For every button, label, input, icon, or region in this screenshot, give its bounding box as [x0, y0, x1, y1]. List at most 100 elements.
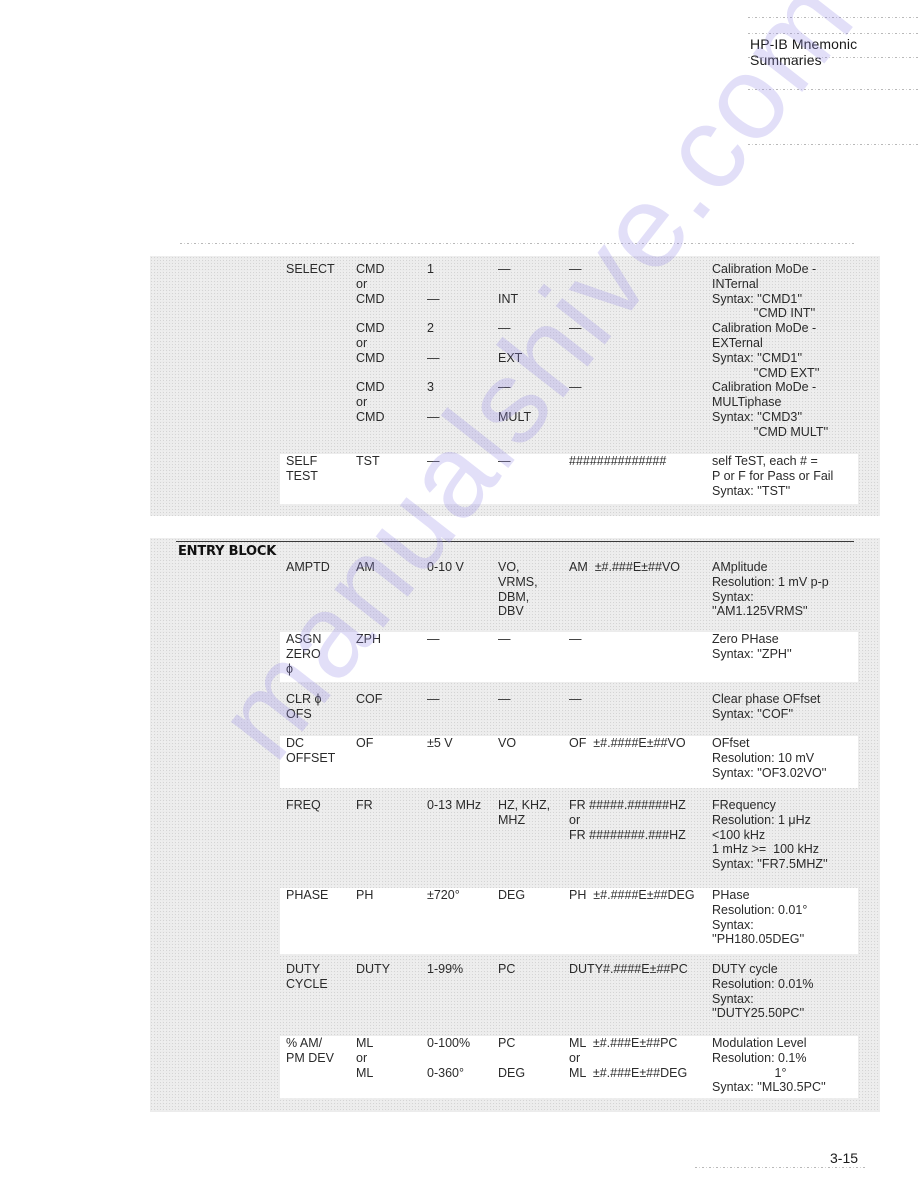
units-cell-line: VO [498, 736, 517, 750]
function-cell: PHASE [286, 888, 328, 903]
units-cell-line: — [498, 321, 511, 336]
units-cell: —​INT​—​EXT​—​MULT [498, 262, 531, 425]
function-cell-line: OFFSET [286, 750, 336, 765]
range-cell-line: 1-99% [427, 962, 464, 976]
description-cell-line: Syntax: ''ZPH'' [712, 646, 792, 661]
header-rule [748, 144, 918, 145]
mnemonic-cell: ML or ML [356, 1036, 373, 1080]
units-cell: PC​DEG [498, 1036, 525, 1080]
units-cell-line: HZ, KHZ, [498, 798, 551, 812]
units-cell-line: ​ [498, 1051, 525, 1066]
range-cell: — [427, 692, 440, 707]
units-cell-line: ​ [498, 277, 531, 292]
format-cell: — [569, 692, 582, 707]
mnemonic-cell-line: or [356, 395, 368, 410]
description-cell-line: ''CMD INT'' [712, 306, 816, 321]
function-cell: FREQ [286, 798, 321, 813]
description-cell-line: <100 kHz [712, 827, 766, 842]
range-cell: 1-99% [427, 962, 463, 977]
mnemonic-cell-line: CMD [356, 380, 385, 395]
mnemonic-cell-line: CMD [356, 350, 385, 365]
function-cell: DUTY CYCLE [286, 962, 328, 992]
mnemonic-cell-line: CMD [356, 291, 385, 306]
mnemonic-cell-line: FR [356, 798, 373, 812]
description-cell-line: Syntax: ''OF3.02VO'' [712, 765, 827, 780]
units-cell-line: PC [498, 962, 516, 976]
description-cell-line: Resolution: 0.1% [712, 1050, 807, 1065]
range-cell-line: 2 [427, 321, 434, 336]
description-cell-line: ''CMD MULT'' [712, 424, 829, 439]
mnemonic-cell: ZPH [356, 632, 381, 647]
format-cell-line: DUTY#.####E±##PC [569, 962, 688, 976]
description-cell-line: OFfset [712, 736, 750, 750]
units-cell: — [498, 454, 511, 469]
description-cell-line: INTernal [712, 276, 759, 291]
mnemonic-cell: FR [356, 798, 373, 813]
description-cell: DUTY cycle Resolution: 0.01% Syntax: ''DUTY… [712, 962, 813, 1021]
mnemonic-cell-line: CMD [356, 409, 385, 424]
mnemonic-cell-line: ML [356, 1065, 374, 1080]
mnemonic-cell: TST [356, 454, 380, 469]
format-cell-line: ​ [569, 277, 582, 292]
units-cell-line: MULT [498, 409, 532, 424]
format-cell-line: — [569, 321, 582, 336]
range-cell-line: — [427, 454, 440, 468]
range-cell-line: ​ [427, 366, 440, 381]
function-cell-line: ϕ [286, 661, 294, 676]
range-cell: 0-10 V [427, 560, 464, 575]
range-cell-line: ​ [427, 336, 440, 351]
description-cell-line: Calibration MoDe - [712, 321, 817, 336]
description-cell-line: Syntax: [712, 991, 754, 1006]
description-cell-line: Clear phase OFfset [712, 692, 821, 706]
mnemonic-cell: CMDorCMD​CMDorCMD​CMDorCMD [356, 262, 384, 425]
table-row-self-test: SELF TEST TST — — ############## self TeST, ea… [280, 454, 858, 504]
mnemonic-cell-line: ​ [356, 306, 384, 321]
description-cell-line: ''DUTY25.50PC'' [712, 1006, 805, 1021]
range-cell: 0-100%​0-360° [427, 1036, 470, 1080]
header-rule [748, 89, 918, 90]
section-title-entry-block: ENTRY BLOCK [178, 544, 277, 559]
header-rule [748, 17, 918, 18]
description-cell-line: Syntax: ''CMD1'' [712, 291, 803, 306]
format-cell-line: ​ [569, 366, 582, 381]
description-cell: Clear phase OFfset Syntax: ''COF'' [712, 692, 820, 722]
mnemonic-cell: COF [356, 692, 382, 707]
description-cell-line: ''PH180.05DEG'' [712, 932, 805, 947]
mnemonic-cell-line: DUTY [356, 962, 391, 976]
description-cell-line: PHase [712, 888, 750, 902]
description-cell: Modulation Level Resolution: 0.1% 1° Synta… [712, 1036, 826, 1095]
format-cell-line: or [569, 1050, 581, 1065]
mnemonic-cell: PH [356, 888, 373, 903]
function-cell-line: AMPTD [286, 560, 330, 574]
range-cell-line: 0-360° [427, 1065, 464, 1080]
range-cell-line: ​ [427, 1051, 470, 1066]
mnemonic-cell: DUTY [356, 962, 390, 977]
units-cell-line: — [498, 692, 511, 706]
format-cell-line: — [569, 380, 582, 395]
page-number: 3-15 [830, 1150, 859, 1166]
range-cell-line: — [427, 632, 440, 646]
description-cell: FRequency Resolution: 1 μHz <100 kHz 1 mHz … [712, 798, 828, 872]
header-rule [748, 33, 918, 34]
format-cell-line: — [569, 632, 582, 646]
range-cell-line: 0-10 V [427, 560, 464, 574]
range-cell-line: ​ [427, 306, 440, 321]
table-row-freq: FREQ FR 0-13 MHz HZ, KHZ, MHZ FR #####.######… [280, 798, 858, 882]
table-row-amptd: AMPTD AM 0-10 V VO, VRMS, DBM, DBV AM ±#.###E±#… [280, 560, 858, 628]
description-cell-line: DUTY cycle [712, 962, 778, 976]
mnemonic-cell-line: or [356, 276, 368, 291]
description-cell: Calibration MoDe - INTernal Syntax: ''CMD1… [712, 262, 828, 440]
header-rule [748, 57, 918, 58]
footer-rule [695, 1167, 867, 1168]
format-cell-line: FR #####.######HZ [569, 798, 686, 812]
function-cell-line: SELF [286, 454, 318, 468]
table-row-duty-cycle: DUTY CYCLE DUTY 1-99% PC DUTY#.####E±##PC DUTY… [280, 962, 858, 1028]
format-cell: —​​​—​​​— [569, 262, 582, 395]
format-cell: — [569, 632, 582, 647]
function-cell: ASGN ZERO ϕ [286, 632, 321, 676]
description-cell-line: 1° [712, 1065, 787, 1080]
units-cell-line: ​ [498, 336, 531, 351]
format-cell: PH ±#.####E±##DEG [569, 888, 695, 903]
range-cell-line: ​ [427, 395, 440, 410]
format-cell: DUTY#.####E±##PC [569, 962, 688, 977]
